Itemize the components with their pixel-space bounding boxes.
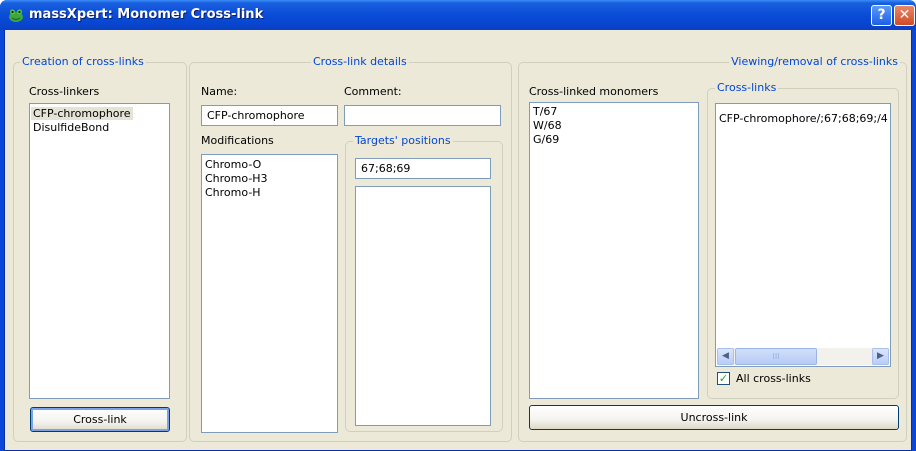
crosslinks-list[interactable]: CFP-chromophore/;67;68;69;/4 ◀ III ▶ <box>715 103 891 367</box>
modifications-list[interactable]: Chromo-O Chromo-H3 Chromo-H <box>201 154 338 433</box>
all-crosslinks-label: All cross-links <box>736 372 811 385</box>
dialog-body: Creation of cross-links Cross-linkers CF… <box>4 30 912 451</box>
monomers-label: Cross-linked monomers <box>529 85 659 98</box>
help-button[interactable]: ? <box>871 5 892 26</box>
monomer-item[interactable]: T/67 <box>533 105 557 118</box>
creation-group-title: Creation of cross-links <box>20 55 146 68</box>
crosslink-item[interactable]: CFP-chromophore/;67;68;69;/4 <box>719 112 888 125</box>
crosslinker-item[interactable]: CFP-chromophore <box>31 107 133 120</box>
crosslinkers-label: Cross-linkers <box>29 85 100 98</box>
details-group-title: Cross-link details <box>311 55 409 68</box>
modification-item[interactable]: Chromo-H <box>205 186 261 199</box>
targets-group-title: Targets' positions <box>353 134 453 147</box>
crosslinks-group-title: Cross-links <box>715 81 779 94</box>
all-crosslinks-checkbox[interactable]: ✓ <box>717 372 730 385</box>
comment-field[interactable] <box>344 105 501 126</box>
scroll-right-icon[interactable]: ▶ <box>872 348 889 365</box>
name-label: Name: <box>201 85 238 98</box>
modification-item[interactable]: Chromo-H3 <box>205 172 268 185</box>
targets-list[interactable] <box>355 186 491 426</box>
crosslinker-item[interactable]: DisulfideBond <box>33 121 109 134</box>
modifications-label: Modifications <box>201 134 274 147</box>
window: massXpert: Monomer Cross-link ? ✕ Creati… <box>0 0 916 451</box>
frog-icon <box>9 9 23 22</box>
crosslinkers-list[interactable]: CFP-chromophore DisulfideBond <box>29 103 170 399</box>
monomer-item[interactable]: G/69 <box>533 133 559 146</box>
window-title: massXpert: Monomer Cross-link <box>29 7 264 22</box>
name-field[interactable]: CFP-chromophore <box>201 105 338 126</box>
scroll-thumb[interactable]: III <box>735 348 817 365</box>
uncrosslink-button[interactable]: Uncross-link <box>529 405 899 430</box>
comment-label: Comment: <box>344 85 402 98</box>
modification-item[interactable]: Chromo-O <box>205 158 261 171</box>
title-bar[interactable]: massXpert: Monomer Cross-link ? ✕ <box>0 0 916 30</box>
close-button[interactable]: ✕ <box>894 5 915 26</box>
scroll-left-icon[interactable]: ◀ <box>717 348 734 365</box>
targets-field[interactable]: 67;68;69 <box>355 158 491 179</box>
viewing-group-title: Viewing/removal of cross-links <box>729 55 900 68</box>
crosslinks-hscrollbar[interactable]: ◀ III ▶ <box>717 348 889 365</box>
monomers-list[interactable]: T/67 W/68 G/69 <box>529 102 699 399</box>
monomer-item[interactable]: W/68 <box>533 119 562 132</box>
crosslink-button[interactable]: Cross-link <box>30 407 170 432</box>
